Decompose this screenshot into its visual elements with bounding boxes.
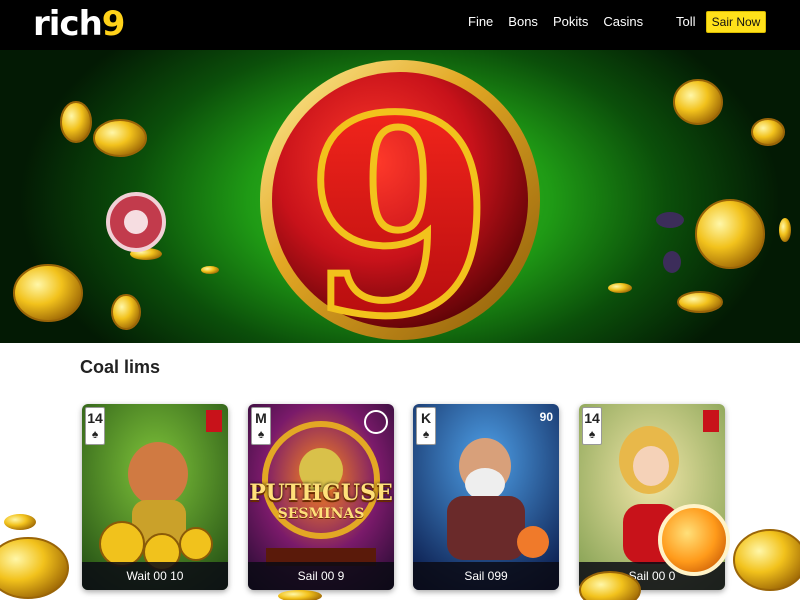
main-nav: Fine Bons Pokits Casins <box>468 14 658 30</box>
card-rank: 14 ♠ <box>582 407 602 445</box>
logo-number: 9 <box>101 4 126 44</box>
spade-icon: ♠ <box>588 427 596 441</box>
spade-icon: ♠ <box>257 427 265 441</box>
game-card[interactable]: 14 ♠ Wait 00 10 <box>82 404 228 590</box>
nav-item-bons[interactable]: Bons <box>508 14 538 30</box>
game-card[interactable]: 14 ♠ Sail 00 0 <box>579 404 725 590</box>
game-card-caption: Wait 00 10 <box>82 562 228 590</box>
nine-glyph: 9 <box>306 58 494 343</box>
spade-icon: ♠ <box>91 427 99 441</box>
game-card-caption: Sail 00 9 <box>248 562 394 590</box>
sign-up-button[interactable]: Sair Now <box>706 11 766 33</box>
game-card[interactable]: K ♠ 90 Sail 099 <box>413 404 559 590</box>
nav-item-casins[interactable]: Casins <box>603 14 643 30</box>
hero-artwork: 9 <box>13 55 791 343</box>
card-rank: K ♠ <box>416 407 436 445</box>
section-title: Coal lims <box>80 357 161 377</box>
spade-icon: ♠ <box>422 427 430 441</box>
nav-item-pokits[interactable]: Pokits <box>553 14 588 30</box>
logo-text: rich <box>33 4 103 44</box>
card-rank: M ♠ <box>251 407 271 445</box>
game-card-title: PUTHGUSE <box>249 480 393 506</box>
game-card[interactable]: M ♠ PUTHGUSE SESMINAS Sail 00 9 <box>248 404 394 590</box>
game-card-subtitle: SESMINAS <box>277 506 365 522</box>
top-header: rich9 Fine Bons Pokits Casins Toll Sair … <box>0 0 800 50</box>
game-emblem-icon <box>364 410 388 434</box>
game-card-badge: 90 <box>539 410 553 424</box>
game-card-caption: Sail 099 <box>413 562 559 590</box>
brand-logo[interactable]: rich9 <box>33 2 126 46</box>
card-rank: 14 ♠ <box>85 407 105 445</box>
hero-banner: 9 <box>0 50 800 343</box>
game-card-caption: Sail 00 0 <box>579 562 725 590</box>
nav-item-toll[interactable]: Toll <box>676 14 696 30</box>
nav-item-fine[interactable]: Fine <box>468 14 493 30</box>
